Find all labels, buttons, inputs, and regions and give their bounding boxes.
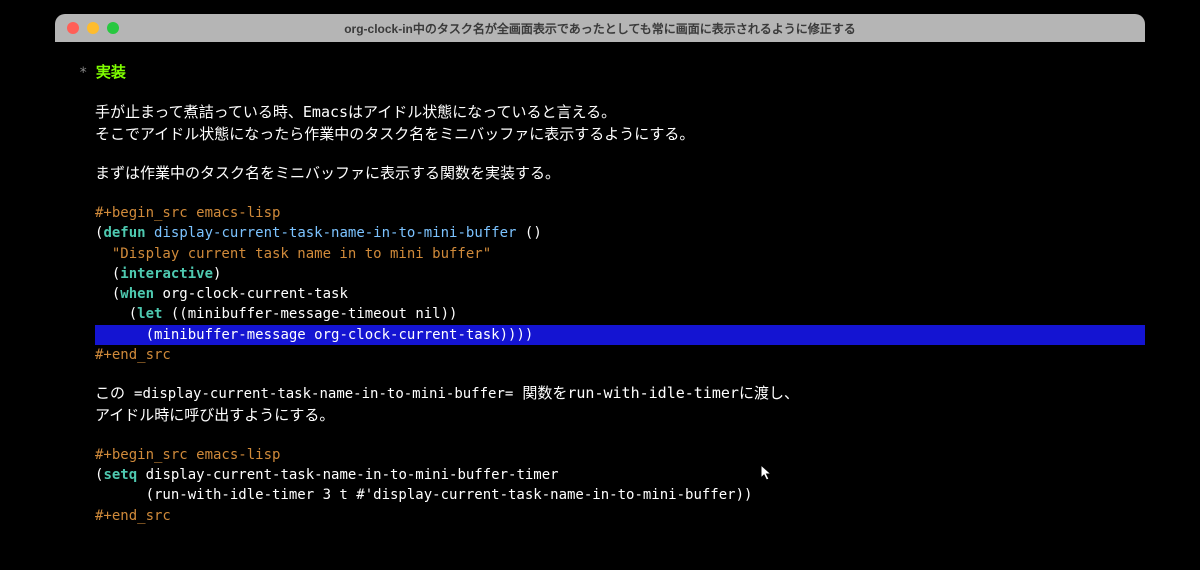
code1-line4: (when org-clock-current-task [55,284,1145,304]
src-end-1: #+end_src [55,345,1145,365]
paragraph-5: アイドル時に呼び出すようにする。 [55,405,1145,427]
src-begin-1: #+begin_src emacs-lisp [55,203,1145,223]
traffic-lights [55,22,119,34]
paragraph-4: この =display-current-task-name-in-to-mini… [55,383,1145,405]
paragraph-2: そこでアイドル状態になったら作業中のタスク名をミニバッファに表示するようにする。 [55,124,1145,146]
heading-text: 実装 [96,63,126,81]
minimize-icon[interactable] [87,22,99,34]
src-end-2: #+end_src [55,506,1145,526]
maximize-icon[interactable] [107,22,119,34]
code1-line2: "Display current task name in to mini bu… [55,244,1145,264]
paragraph-1: 手が止まって煮詰っている時、Emacsはアイドル状態になっていると言える。 [55,102,1145,124]
code2-line1: (setq display-current-task-name-in-to-mi… [55,465,1145,485]
heading-star: * [79,65,87,81]
code1-line1: (defun display-current-task-name-in-to-m… [55,223,1145,243]
code1-line5: (let ((minibuffer-message-timeout nil)) [55,304,1145,324]
code1-line6: (minibuffer-message org-clock-current-ta… [95,325,1145,345]
editor-buffer[interactable]: * 実装 手が止まって煮詰っている時、Emacsはアイドル状態になっていると言え… [55,42,1145,534]
titlebar: org-clock-in中のタスク名が全画面表示であったとしても常に画面に表示さ… [55,14,1145,42]
org-heading: * 実装 [55,62,1145,84]
highlighted-region: (minibuffer-message org-clock-current-ta… [95,325,1145,345]
close-icon[interactable] [67,22,79,34]
window-title: org-clock-in中のタスク名が全画面表示であったとしても常に画面に表示さ… [55,20,1145,37]
editor-window: org-clock-in中のタスク名が全画面表示であったとしても常に画面に表示さ… [55,14,1145,534]
code2-line2: (run-with-idle-timer 3 t #'display-curre… [55,485,1145,505]
code1-line3: (interactive) [55,264,1145,284]
paragraph-3: まずは作業中のタスク名をミニバッファに表示する関数を実装する。 [55,163,1145,185]
src-begin-2: #+begin_src emacs-lisp [55,445,1145,465]
